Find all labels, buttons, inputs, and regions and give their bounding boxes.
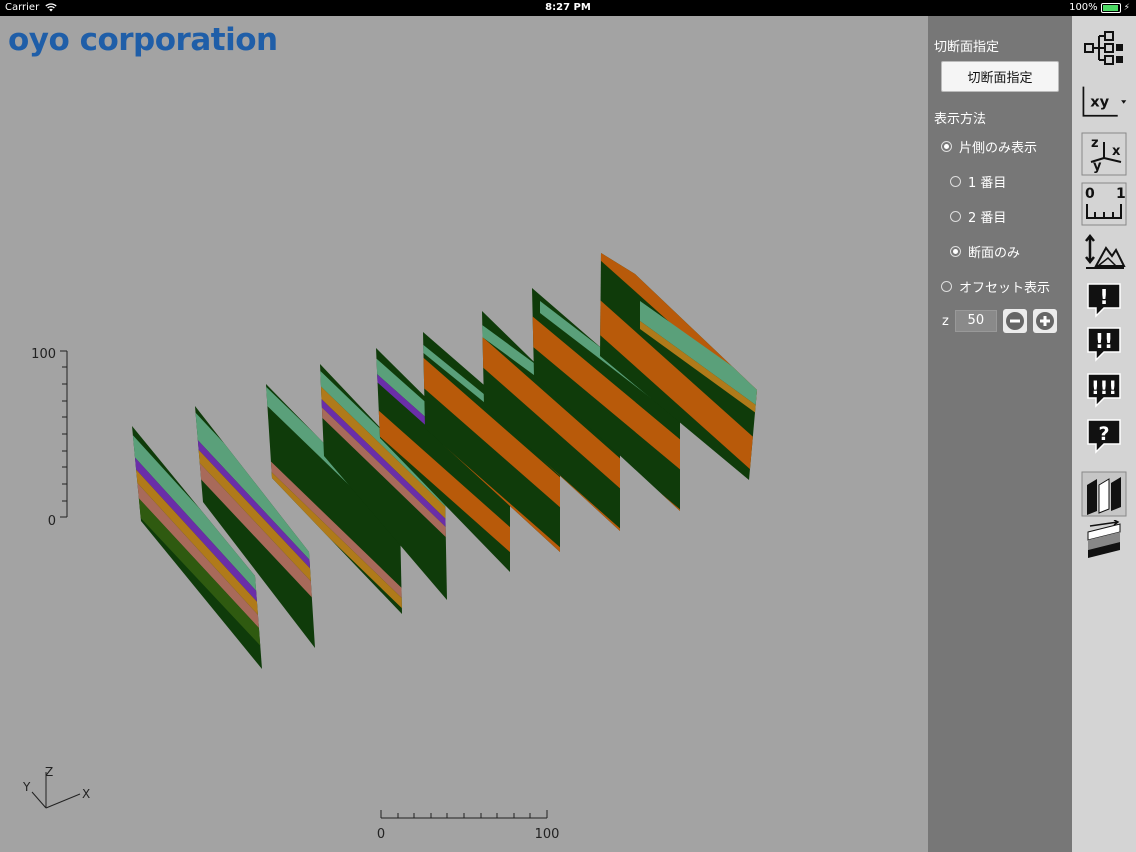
radio-dot xyxy=(941,281,952,292)
radio-dot xyxy=(941,141,952,152)
tool-sidebar: xy z x y 0 1 ! !! !!! ? xyxy=(1072,16,1136,852)
alert-1-icon: ! xyxy=(1087,283,1121,318)
charging-icon: ⚡ xyxy=(1123,3,1130,13)
tree-icon xyxy=(1084,31,1123,65)
radio-section-only[interactable]: 断面のみ xyxy=(950,242,1020,261)
layer-slice-icon xyxy=(1087,520,1121,558)
svg-text:1: 1 xyxy=(1116,186,1126,202)
radio-one-side[interactable]: 片側のみ表示 xyxy=(941,137,1037,156)
cross-section-panels-button[interactable] xyxy=(1080,470,1128,518)
cut-plane-panel: 切断面指定 切断面指定 表示方法 片側のみ表示 1 番目 2 番目 断面のみ オ… xyxy=(928,16,1072,852)
h-scale-right-label: 100 xyxy=(535,827,560,842)
cross-section-panels-icon xyxy=(1081,471,1127,517)
question-icon: ? xyxy=(1087,419,1121,454)
triad-x-label: X xyxy=(82,787,90,801)
triad-z-label: Z xyxy=(45,765,53,779)
z-label: z xyxy=(942,313,949,329)
terrain-scale-icon xyxy=(1085,233,1126,269)
h-scale-left-label: 0 xyxy=(377,827,385,842)
v-scale-bottom-label: 0 xyxy=(48,514,56,529)
minus-circle-icon xyxy=(1005,312,1024,330)
triad-y-label: Y xyxy=(22,780,31,794)
layer-slice-button[interactable] xyxy=(1080,518,1128,562)
svg-text:z: z xyxy=(1091,136,1099,151)
display-method-title: 表示方法 xyxy=(934,112,987,127)
axes-orientation-button[interactable]: z x y xyxy=(1080,132,1128,176)
question-button[interactable]: ? xyxy=(1080,414,1128,458)
z-value-field[interactable]: 50 xyxy=(954,310,997,332)
cut-plane-section-title: 切断面指定 xyxy=(934,40,1000,55)
horizontal-scale xyxy=(380,810,548,819)
radio-second[interactable]: 2 番目 xyxy=(950,207,1006,226)
scale-ruler-icon: 0 1 xyxy=(1081,182,1127,226)
terrain-scale-button[interactable] xyxy=(1080,230,1128,274)
svg-text:x: x xyxy=(1112,144,1121,159)
alert-2-icon: !! xyxy=(1087,327,1121,362)
status-bar: Carrier 8:27 PM 100% ⚡ xyxy=(0,0,1136,16)
z-offset-control: z 50 xyxy=(942,309,1057,333)
svg-text:!!!: !!! xyxy=(1091,377,1117,399)
scene-canvas[interactable]: 100 0 0 100 Z X Y xyxy=(0,16,928,852)
tree-button[interactable] xyxy=(1080,26,1128,70)
battery-icon xyxy=(1100,3,1121,13)
scale-button[interactable]: 0 1 xyxy=(1080,182,1128,226)
vertical-scale xyxy=(60,350,68,518)
alert-level-2-button[interactable]: !! xyxy=(1080,322,1128,366)
radio-dot xyxy=(950,176,961,187)
radio-dot xyxy=(950,246,961,257)
alert-level-3-button[interactable]: !!! xyxy=(1080,368,1128,412)
axes-zyx-icon: z x y xyxy=(1081,132,1127,176)
radio-first[interactable]: 1 番目 xyxy=(950,172,1006,191)
svg-text:0: 0 xyxy=(1085,186,1095,202)
alert-level-1-button[interactable]: ! xyxy=(1080,278,1128,322)
svg-text:xy: xy xyxy=(1090,93,1109,110)
v-scale-top-label: 100 xyxy=(31,347,56,362)
xy-view-button[interactable]: xy xyxy=(1080,80,1128,124)
3d-viewport[interactable]: oyo corporation 100 0 0 100 Z X Y xyxy=(0,16,928,852)
cut-plane-button[interactable]: 切断面指定 xyxy=(941,61,1059,92)
clock: 8:27 PM xyxy=(545,2,591,13)
alert-3-icon: !!! xyxy=(1087,373,1121,408)
z-decrement-button[interactable] xyxy=(1002,309,1027,333)
svg-text:?: ? xyxy=(1098,423,1109,445)
xy-view-icon: xy xyxy=(1082,86,1127,117)
z-increment-button[interactable] xyxy=(1032,309,1057,333)
battery-indicator: 100% ⚡ xyxy=(1069,0,1130,16)
axis-triad xyxy=(31,772,81,809)
svg-text:!!: !! xyxy=(1095,329,1113,353)
radio-offset-display[interactable]: オフセット表示 xyxy=(941,277,1050,296)
svg-text:!: ! xyxy=(1099,285,1108,309)
radio-dot xyxy=(950,211,961,222)
plus-circle-icon xyxy=(1035,312,1054,330)
